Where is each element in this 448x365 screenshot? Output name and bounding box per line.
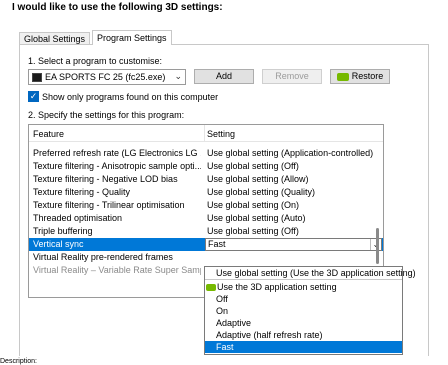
table-row[interactable]: Threaded optimisation Use global setting… — [29, 212, 383, 225]
setting-cell: Use global setting (On) — [207, 200, 300, 210]
page-heading: I would like to use the following 3D set… — [12, 2, 223, 13]
table-row[interactable]: Triple buffering Use global setting (Off… — [29, 225, 383, 238]
setting-cell: Use global setting (Application-controll… — [207, 148, 374, 158]
feature-cell: Texture filtering - Trilinear optimisati… — [33, 200, 185, 210]
feature-cell: Texture filtering - Anisotropic sample o… — [33, 161, 201, 171]
setting-cell: Use global setting (Off) — [207, 226, 299, 236]
table-row[interactable]: Texture filtering - Anisotropic sample o… — [29, 160, 383, 173]
option-on[interactable]: On — [205, 305, 402, 317]
option-adaptive-half[interactable]: Adaptive (half refresh rate) — [205, 329, 402, 341]
option-adaptive[interactable]: Adaptive — [205, 317, 402, 329]
option-fast[interactable]: Fast — [205, 341, 402, 353]
tab-program-settings[interactable]: Program Settings — [92, 30, 172, 45]
option-use-global[interactable]: Use global setting (Use the 3D applicati… — [205, 267, 416, 280]
feature-cell: Virtual Reality – Variable Rate Super Sa… — [33, 265, 201, 275]
program-select-value: EA SPORTS FC 25 (fc25.exe) — [45, 72, 166, 82]
vertical-sync-dropdown: Use global setting (Use the 3D applicati… — [204, 266, 416, 355]
step1-label: 1. Select a program to customise: — [28, 56, 163, 66]
table-row[interactable]: Virtual Reality pre-rendered frames — [29, 251, 383, 264]
feature-cell: Texture filtering - Quality — [33, 187, 131, 197]
remove-button[interactable]: Remove — [262, 69, 322, 84]
setting-column-header[interactable]: Setting — [207, 129, 235, 139]
feature-cell: Preferred refresh rate (LG Electronics L… — [33, 148, 201, 158]
table-row[interactable]: Texture filtering - Quality Use global s… — [29, 186, 383, 199]
setting-cell: Use global setting (Off) — [207, 161, 299, 171]
nvidia-icon — [336, 72, 349, 81]
option-3d-app-label: Use the 3D application setting — [217, 282, 337, 292]
grid-header: Feature Setting — [29, 125, 383, 142]
step2-label: 2. Specify the settings for this program… — [28, 110, 185, 120]
option-3d-app-setting[interactable]: Use the 3D application setting — [205, 281, 402, 293]
show-only-label: Show only programs found on this compute… — [42, 92, 219, 102]
feature-cell: Threaded optimisation — [33, 213, 123, 223]
feature-cell: Vertical sync — [33, 239, 84, 249]
setting-cell: Use global setting (Quality) — [207, 187, 316, 197]
add-button[interactable]: Add — [194, 69, 254, 84]
setting-cell: Use global setting (Allow) — [207, 174, 309, 184]
scrollbar-thumb[interactable] — [376, 228, 379, 264]
option-off[interactable]: Off — [205, 293, 402, 305]
setting-cell: Use global setting (Auto) — [207, 213, 306, 223]
vertical-sync-value: Fast — [208, 239, 226, 249]
program-select[interactable]: EA SPORTS FC 25 (fc25.exe) ⌄ — [28, 69, 186, 85]
table-row[interactable]: Texture filtering - Trilinear optimisati… — [29, 199, 383, 212]
restore-button[interactable]: Restore — [330, 69, 390, 84]
feature-cell: Texture filtering - Negative LOD bias — [33, 174, 178, 184]
feature-column-header[interactable]: Feature — [33, 129, 64, 139]
nvidia-icon — [206, 284, 216, 292]
table-row[interactable]: Preferred refresh rate (LG Electronics L… — [29, 147, 383, 160]
table-row[interactable]: Texture filtering - Negative LOD bias Us… — [29, 173, 383, 186]
restore-button-label: Restore — [351, 71, 384, 81]
show-only-checkbox[interactable]: ✓ — [28, 91, 39, 102]
column-divider[interactable] — [204, 125, 205, 142]
game-icon — [32, 73, 42, 82]
feature-cell: Triple buffering — [33, 226, 93, 236]
feature-cell: Virtual Reality pre-rendered frames — [33, 252, 173, 262]
chevron-down-icon: ⌄ — [174, 71, 182, 81]
table-row-selected[interactable]: Vertical sync Fast ⌄ — [29, 238, 383, 251]
vertical-sync-select[interactable]: Fast ⌄ — [205, 238, 382, 251]
